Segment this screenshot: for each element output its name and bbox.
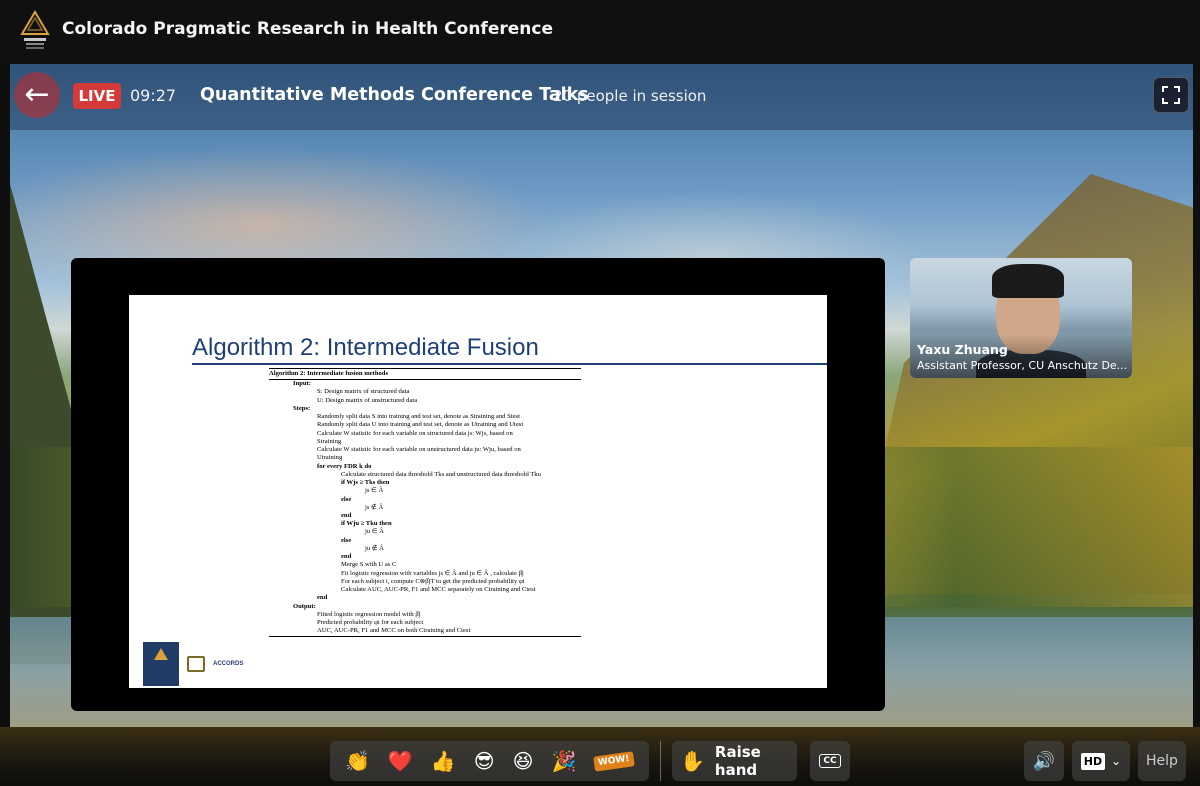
laugh-reaction[interactable]: 😆 xyxy=(513,751,534,771)
algorithm-line: Straining xyxy=(317,437,342,445)
volume-button[interactable]: 🔊 xyxy=(1024,741,1064,781)
algorithm-line: js ∈ Â xyxy=(365,487,384,495)
people-count: 20 people in session xyxy=(553,87,707,105)
session-stage: ← LIVE 09:27 Quantitative Methods Confer… xyxy=(10,64,1193,727)
participant-name: Yaxu Zhuang xyxy=(917,342,1008,357)
thumbs-up-reaction[interactable]: 👍 xyxy=(431,751,456,771)
bottom-controls: 👏 ❤️ 👍 😎 😆 🎉 WOW! ✋ Raise hand CC 🔊 HD ⌄ Help xyxy=(0,727,1200,786)
fullscreen-icon xyxy=(1162,86,1180,104)
session-timer: 09:27 xyxy=(130,86,177,105)
controls-divider xyxy=(660,741,661,781)
algorithm-line: js ∉ Â xyxy=(365,503,384,511)
top-bar: Colorado Pragmatic Research in Health Co… xyxy=(0,0,1200,62)
wow-reaction[interactable]: WOW! xyxy=(593,750,635,772)
algorithm-lines: Input: S: Design matrix of structured dat… xyxy=(269,380,581,635)
algorithm-line: Predicted probability φi for each subjec… xyxy=(317,619,424,627)
help-button[interactable]: Help xyxy=(1138,741,1186,781)
cool-reaction[interactable]: 😎 xyxy=(474,751,495,771)
participant-hair xyxy=(992,264,1064,298)
slide-title-rule xyxy=(192,363,827,365)
algorithm-line: Utraining xyxy=(317,454,343,462)
algorithm-line: Input: xyxy=(293,380,311,388)
algorithm-line: if Wju ≥ Tku then xyxy=(341,520,392,528)
cc-icon: CC xyxy=(819,754,841,768)
copreh-logo-icon xyxy=(143,642,179,686)
participant-role: Assistant Professor, CU Anschutz De... xyxy=(917,359,1128,372)
algorithm-line: for every FDR k do xyxy=(317,462,372,470)
algorithm-line: Fitted logistic regression model with β̂… xyxy=(317,610,421,618)
chevron-down-icon: ⌄ xyxy=(1111,754,1122,768)
algorithm-header: Algorithm 2: Intermediate fusion methods xyxy=(269,370,389,377)
algorithm-line: For each subject i, compute C⊗β̂jT to ge… xyxy=(341,577,525,585)
screen-share: Algorithm 2: Intermediate Fusion Algorit… xyxy=(71,258,885,711)
conference-title: Colorado Pragmatic Research in Health Co… xyxy=(62,19,553,39)
heart-reaction[interactable]: ❤️ xyxy=(388,751,413,771)
captions-button[interactable]: CC xyxy=(810,741,850,781)
algorithm-line: Merge S with U as C xyxy=(341,561,397,569)
conference-logo-icon xyxy=(20,10,50,49)
algorithm-line: ju ∈ Â xyxy=(365,528,384,536)
algorithm-line: S: Design matrix of structured data xyxy=(317,388,410,396)
raise-hand-label: Raise hand xyxy=(714,743,761,779)
presentation-slide: Algorithm 2: Intermediate Fusion Algorit… xyxy=(129,295,827,688)
algorithm-line: else xyxy=(341,536,352,544)
party-reaction[interactable]: 🎉 xyxy=(551,751,576,771)
slide-logos: ACCORDS xyxy=(143,642,283,686)
algorithm-line: Calculate W statistic for each variable … xyxy=(317,446,521,454)
algorithm-bottom-rule xyxy=(269,635,581,637)
fullscreen-button[interactable] xyxy=(1153,77,1189,113)
algorithm-line: end xyxy=(317,594,328,602)
live-badge: LIVE xyxy=(73,83,121,109)
session-header: ← LIVE 09:27 Quantitative Methods Confer… xyxy=(10,64,1193,130)
quality-button[interactable]: HD ⌄ xyxy=(1072,741,1130,781)
algorithm-line: end xyxy=(341,553,352,561)
slide-title: Algorithm 2: Intermediate Fusion xyxy=(192,334,539,361)
algorithm-line: Randomly split data S into training and … xyxy=(317,413,520,421)
algorithm-line: AUC, AUC-PR, F1 and MCC on both Ctrainin… xyxy=(317,627,471,635)
raise-hand-button[interactable]: ✋ Raise hand xyxy=(672,741,797,781)
cu-logo-icon xyxy=(187,656,205,672)
algorithm-line: Steps: xyxy=(293,404,311,412)
algorithm-line: U: Design matrix of unstructured data xyxy=(317,396,418,404)
raised-hand-icon: ✋ xyxy=(680,749,705,773)
arrow-left-icon: ← xyxy=(24,77,50,112)
clap-reaction[interactable]: 👏 xyxy=(345,751,370,771)
algorithm-line: if Wjs ≥ Tks then xyxy=(341,479,390,487)
algorithm-line: Calculate W statistic for each variable … xyxy=(317,429,513,437)
accords-logo: ACCORDS xyxy=(213,661,244,667)
algorithm-line: end xyxy=(341,511,352,519)
back-button[interactable]: ← xyxy=(14,72,60,118)
algorithm-line: else xyxy=(341,495,352,503)
session-title: Quantitative Methods Conference Talks xyxy=(200,85,589,105)
algorithm-line: ju ∉ Â xyxy=(365,544,384,552)
reactions-bar: 👏 ❤️ 👍 😎 😆 🎉 WOW! xyxy=(330,741,649,781)
algorithm-line: Calculate AUC, AUC-PR, F1 and MCC separa… xyxy=(341,586,536,594)
algorithm-box: Algorithm 2: Intermediate fusion methods… xyxy=(269,368,581,637)
participant-video[interactable]: Yaxu Zhuang Assistant Professor, CU Ansc… xyxy=(910,258,1132,378)
algorithm-line: Fit logistic regression with variables j… xyxy=(341,569,524,577)
speaker-icon: 🔊 xyxy=(1032,750,1056,772)
algorithm-line: Randomly split data U into training and … xyxy=(317,421,524,429)
algorithm-line: Calculate structured data threshold Tks … xyxy=(341,470,541,478)
algorithm-line: Output: xyxy=(293,602,316,610)
hd-icon: HD xyxy=(1080,752,1106,770)
